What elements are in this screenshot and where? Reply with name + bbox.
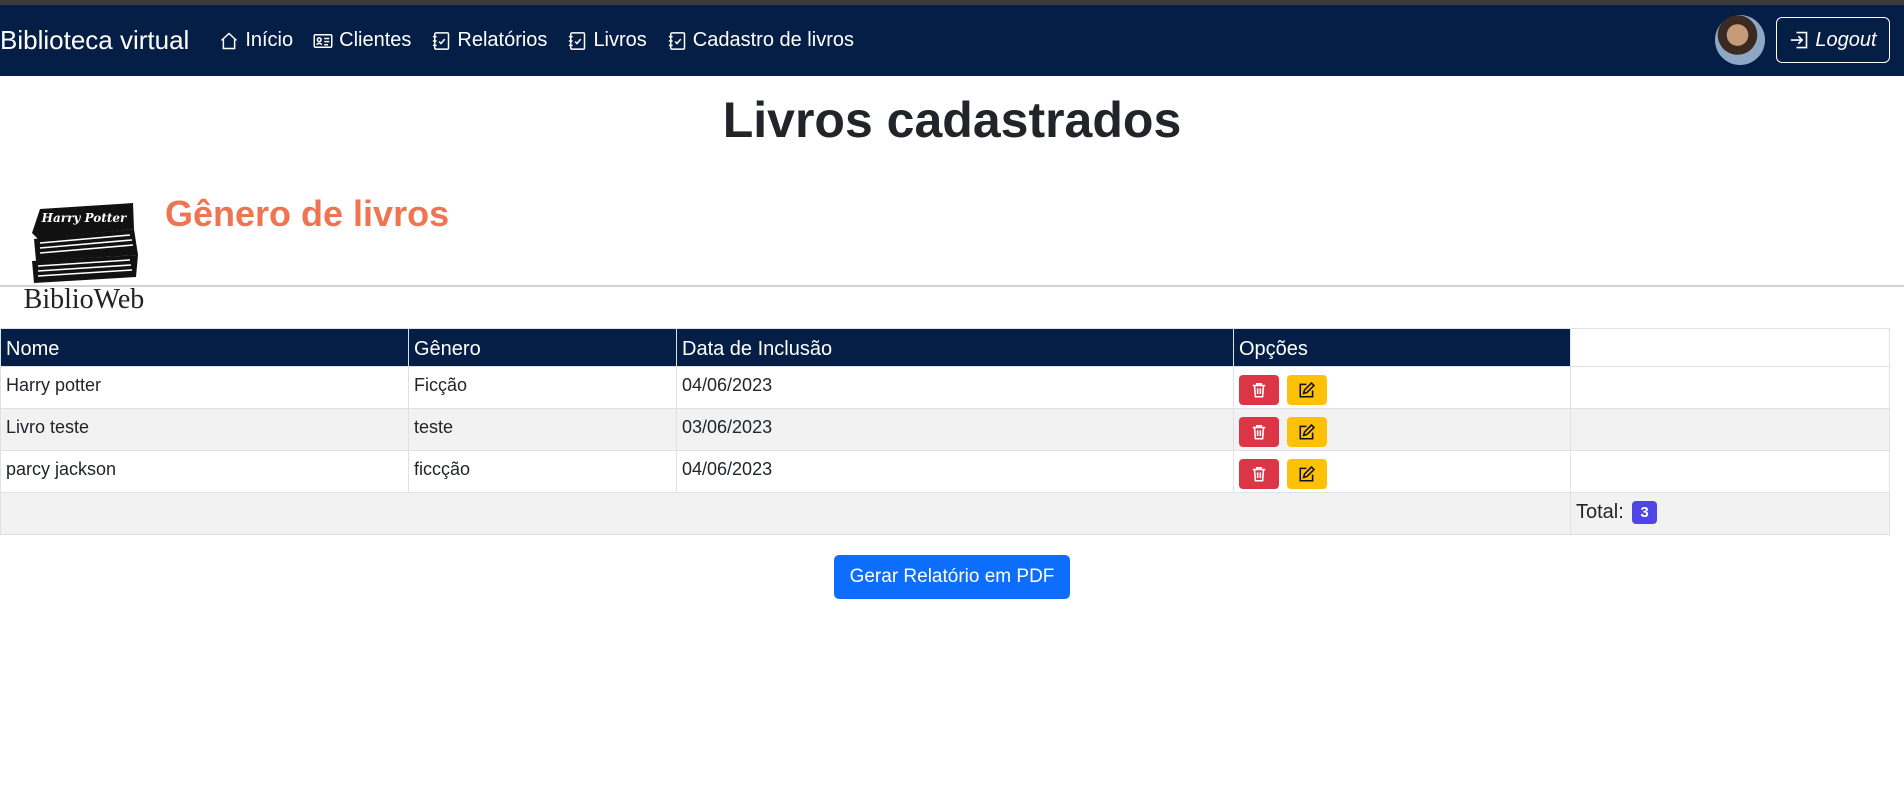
- box-arrow-in-icon: [1791, 31, 1808, 49]
- total-label: Total:: [1576, 501, 1624, 523]
- nav-item-clientes[interactable]: Clientes: [313, 29, 411, 52]
- cell-empty: [1570, 366, 1890, 409]
- navbar-brand[interactable]: Biblioteca virtual: [0, 25, 189, 56]
- journal-check-icon: [569, 31, 586, 50]
- total-count-badge: 3: [1632, 501, 1657, 524]
- page-title: Livros cadastrados: [722, 92, 1182, 148]
- genre-heading: Gênero de livros: [165, 193, 450, 234]
- cell-empty: [1570, 450, 1890, 493]
- id-card-icon: [313, 33, 333, 48]
- column-header-data[interactable]: Data de Inclusão: [676, 328, 1234, 367]
- house-icon: [221, 31, 238, 49]
- column-header-opcoes[interactable]: Opções: [1233, 328, 1571, 367]
- pencil-square-icon: [1299, 465, 1316, 482]
- nav-item-relatorios[interactable]: Relatórios: [431, 29, 547, 52]
- divider: [0, 285, 1904, 287]
- cell-nome: Harry potter: [0, 366, 409, 409]
- table-row: Harry potter Ficção 04/06/2023: [0, 366, 1890, 409]
- cell-data: 04/06/2023: [676, 450, 1234, 493]
- nav-item-inicio[interactable]: Início: [219, 29, 293, 52]
- trash-icon: [1252, 383, 1266, 398]
- edit-button[interactable]: [1287, 375, 1328, 405]
- page-header: Livros cadastrados Harry Potter BiblioWe…: [0, 90, 1904, 315]
- cell-genero: teste: [408, 408, 677, 451]
- nav-item-label: Início: [245, 29, 294, 51]
- cell-opcoes: [1233, 408, 1571, 451]
- delete-button[interactable]: [1239, 375, 1279, 405]
- edit-button[interactable]: [1287, 417, 1328, 447]
- cell-data: 04/06/2023: [676, 366, 1234, 409]
- nav-item-cadastro-de-livros[interactable]: Cadastro de livros: [667, 29, 854, 52]
- table-header-row: Nome Gênero Data de Inclusão Opções: [0, 328, 1890, 367]
- avatar[interactable]: [1715, 15, 1765, 65]
- logout-label: Logout: [1815, 28, 1877, 51]
- nav-item-livros[interactable]: Livros: [567, 29, 647, 52]
- logout-button[interactable]: Logout: [1776, 17, 1890, 63]
- trash-icon: [1252, 467, 1266, 482]
- cell-genero: Ficção: [408, 366, 677, 409]
- column-header-empty: [1570, 328, 1890, 367]
- svg-text:BiblioWeb: BiblioWeb: [24, 284, 145, 315]
- pdf-action-area: Gerar Relatório em PDF: [0, 555, 1904, 599]
- table-row: Livro teste teste 03/06/2023: [0, 408, 1890, 451]
- cell-nome: parcy jackson: [0, 450, 409, 493]
- cell-opcoes: [1233, 450, 1571, 493]
- delete-button[interactable]: [1239, 417, 1279, 447]
- journal-check-icon: [668, 31, 686, 50]
- biblioweb-logo: Harry Potter BiblioWeb: [24, 203, 145, 315]
- svg-text:Harry Potter: Harry Potter: [41, 211, 128, 225]
- edit-button[interactable]: [1287, 459, 1328, 489]
- table-footer-row: Total: 3: [0, 492, 1890, 535]
- cell-data: 03/06/2023: [676, 408, 1234, 451]
- table-row: parcy jackson ficcção 04/06/2023: [0, 450, 1890, 493]
- books-table: Nome Gênero Data de Inclusão Opções Harr…: [0, 328, 1890, 535]
- column-header-nome[interactable]: Nome: [0, 328, 409, 367]
- cell-genero: ficcção: [408, 450, 677, 493]
- nav-item-label: Relatórios: [457, 29, 548, 51]
- nav-item-label: Clientes: [339, 29, 412, 51]
- pencil-square-icon: [1299, 423, 1316, 440]
- generate-pdf-button[interactable]: Gerar Relatório em PDF: [833, 555, 1071, 599]
- top-navbar: Biblioteca virtual Início Clientes Relat…: [0, 5, 1904, 76]
- footer-spacer: [0, 492, 1571, 535]
- trash-icon: [1252, 425, 1266, 440]
- total-cell: Total: 3: [1570, 492, 1890, 535]
- column-header-genero[interactable]: Gênero: [408, 328, 677, 367]
- nav-item-label: Cadastro de livros: [692, 29, 854, 51]
- navbar-right: Logout: [1715, 15, 1890, 65]
- journal-check-icon: [433, 31, 450, 50]
- cell-nome: Livro teste: [0, 408, 409, 451]
- delete-button[interactable]: [1239, 459, 1279, 489]
- cell-opcoes: [1233, 366, 1571, 409]
- nav-item-label: Livros: [593, 29, 647, 51]
- cell-empty: [1570, 408, 1890, 451]
- pencil-square-icon: [1299, 381, 1316, 398]
